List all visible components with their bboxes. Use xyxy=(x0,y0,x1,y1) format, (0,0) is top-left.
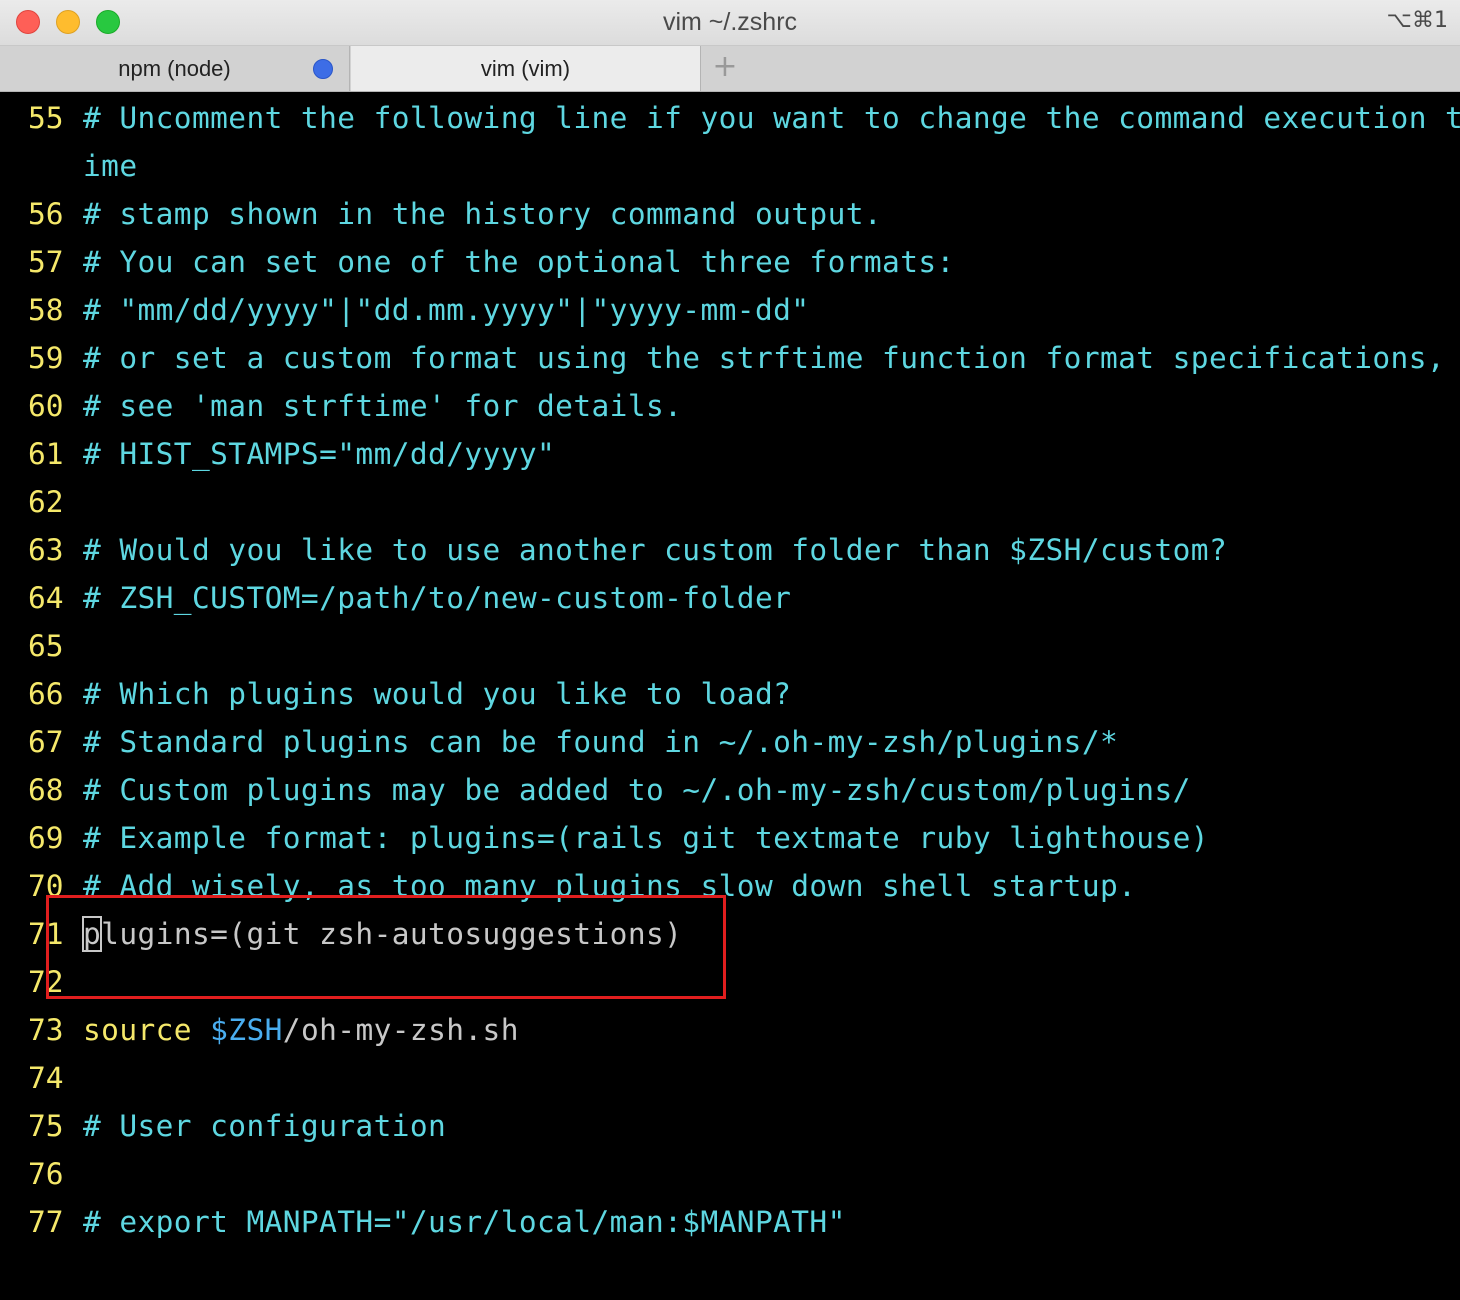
line-text-rest: lugins=(git zsh-autosuggestions) xyxy=(101,917,683,951)
title-bar: vim ~/.zshrc ⌥⌘1 xyxy=(0,0,1460,46)
line-number: 69 xyxy=(28,821,64,855)
line-text: # Would you like to use another custom f… xyxy=(83,533,1228,567)
line-number: 74 xyxy=(28,1061,64,1095)
path-text: /oh-my-zsh.sh xyxy=(282,1013,519,1047)
line-number: 73 xyxy=(28,1013,64,1047)
line-text: # or set a custom format using the strft… xyxy=(83,341,1446,375)
text-cursor: p xyxy=(81,916,103,952)
keyword-source: source xyxy=(83,1013,192,1047)
line-number: 63 xyxy=(28,533,64,567)
line-text: # see 'man strftime' for details. xyxy=(83,389,683,423)
editor-line: 74 xyxy=(0,1054,1460,1102)
editor-line: 72 xyxy=(0,958,1460,1006)
editor-line: 70 # Add wisely, as too many plugins slow… xyxy=(0,862,1460,910)
tab-label: vim (vim) xyxy=(480,55,571,81)
tab-label: npm (node) xyxy=(118,55,231,81)
line-text: # export MANPATH="/usr/local/man:$MANPAT… xyxy=(83,1205,846,1239)
tab-npm-node[interactable]: npm (node) xyxy=(0,46,350,91)
tab-vim[interactable]: vim (vim) xyxy=(351,46,701,91)
line-text: # User configuration xyxy=(83,1109,447,1143)
tab-bar: npm (node) vim (vim) + xyxy=(0,46,1460,92)
line-number: 77 xyxy=(28,1205,64,1239)
line-number: 59 xyxy=(28,341,64,375)
line-text: # You can set one of the optional three … xyxy=(83,245,955,279)
line-text: # Which plugins would you like to load? xyxy=(83,677,792,711)
line-number: 65 xyxy=(28,629,64,663)
line-number: 55 xyxy=(28,101,64,135)
editor-line: 65 xyxy=(0,622,1460,670)
editor-line-wrap: ime xyxy=(0,142,1460,190)
editor-line: 60 # see 'man strftime' for details. xyxy=(0,382,1460,430)
editor-line: 75 # User configuration xyxy=(0,1102,1460,1150)
line-number: 68 xyxy=(28,773,64,807)
editor-line: 58 # "mm/dd/yyyy"|"dd.mm.yyyy"|"yyyy-mm-d… xyxy=(0,286,1460,334)
line-number: 75 xyxy=(28,1109,64,1143)
editor-line: 57 # You can set one of the optional thre… xyxy=(0,238,1460,286)
line-text: # Uncomment the following line if you wa… xyxy=(83,101,1460,135)
activity-indicator-icon xyxy=(313,59,333,79)
editor-line: 61 # HIST_STAMPS="mm/dd/yyyy" xyxy=(0,430,1460,478)
line-text: # ZSH_CUSTOM=/path/to/new-custom-folder xyxy=(83,581,792,615)
line-number: 67 xyxy=(28,725,64,759)
editor-line: 76 xyxy=(0,1150,1460,1198)
editor-line: 62 xyxy=(0,478,1460,526)
editor-line: 77 # export MANPATH="/usr/local/man:$MANP… xyxy=(0,1198,1460,1246)
editor-line: 73 source $ZSH/oh-my-zsh.sh xyxy=(0,1006,1460,1054)
line-text: # Standard plugins can be found in ~/.oh… xyxy=(83,725,1119,759)
plus-icon[interactable]: + xyxy=(708,50,742,84)
line-number: 64 xyxy=(28,581,64,615)
line-number: 66 xyxy=(28,677,64,711)
editor-line-current: 71 plugins=(git zsh-autosuggestions) xyxy=(0,910,1460,958)
line-number: 60 xyxy=(28,389,64,423)
variable-zsh: $ZSH xyxy=(210,1013,283,1047)
editor-line: 69 # Example format: plugins=(rails git t… xyxy=(0,814,1460,862)
line-number: 58 xyxy=(28,293,64,327)
editor-line: 63 # Would you like to use another custom… xyxy=(0,526,1460,574)
line-number: 56 xyxy=(28,197,64,231)
window-shortcut: ⌥⌘1 xyxy=(1386,8,1448,33)
line-text: plugins=(git zsh-autosuggestions) xyxy=(81,910,683,958)
line-text: ime xyxy=(83,149,138,183)
editor-line: 59 # or set a custom format using the str… xyxy=(0,334,1460,382)
line-number: 57 xyxy=(28,245,64,279)
line-number: 62 xyxy=(28,485,64,519)
line-text: # Add wisely, as too many plugins slow d… xyxy=(83,869,1137,903)
editor-line: 56 # stamp shown in the history command o… xyxy=(0,190,1460,238)
vim-editor[interactable]: 55 # Uncomment the following line if you … xyxy=(0,92,1460,1300)
line-text: # HIST_STAMPS="mm/dd/yyyy" xyxy=(83,437,556,471)
line-text: source $ZSH/oh-my-zsh.sh xyxy=(83,1006,519,1054)
line-number: 72 xyxy=(28,965,64,999)
line-text: # stamp shown in the history command out… xyxy=(83,197,883,231)
line-number: 71 xyxy=(28,917,64,951)
editor-line: 64 # ZSH_CUSTOM=/path/to/new-custom-folde… xyxy=(0,574,1460,622)
line-number: 76 xyxy=(28,1157,64,1191)
window-title: vim ~/.zshrc xyxy=(662,8,798,36)
editor-line: 67 # Standard plugins can be found in ~/.… xyxy=(0,718,1460,766)
line-number: 70 xyxy=(28,869,64,903)
line-text: # Example format: plugins=(rails git tex… xyxy=(83,821,1209,855)
editor-line: 55 # Uncomment the following line if you … xyxy=(0,94,1460,142)
editor-line: 68 # Custom plugins may be added to ~/.oh… xyxy=(0,766,1460,814)
editor-line: 66 # Which plugins would you like to load… xyxy=(0,670,1460,718)
line-number: 61 xyxy=(28,437,64,471)
line-text: # Custom plugins may be added to ~/.oh-m… xyxy=(83,773,1191,807)
line-text: # "mm/dd/yyyy"|"dd.mm.yyyy"|"yyyy-mm-dd" xyxy=(83,293,810,327)
